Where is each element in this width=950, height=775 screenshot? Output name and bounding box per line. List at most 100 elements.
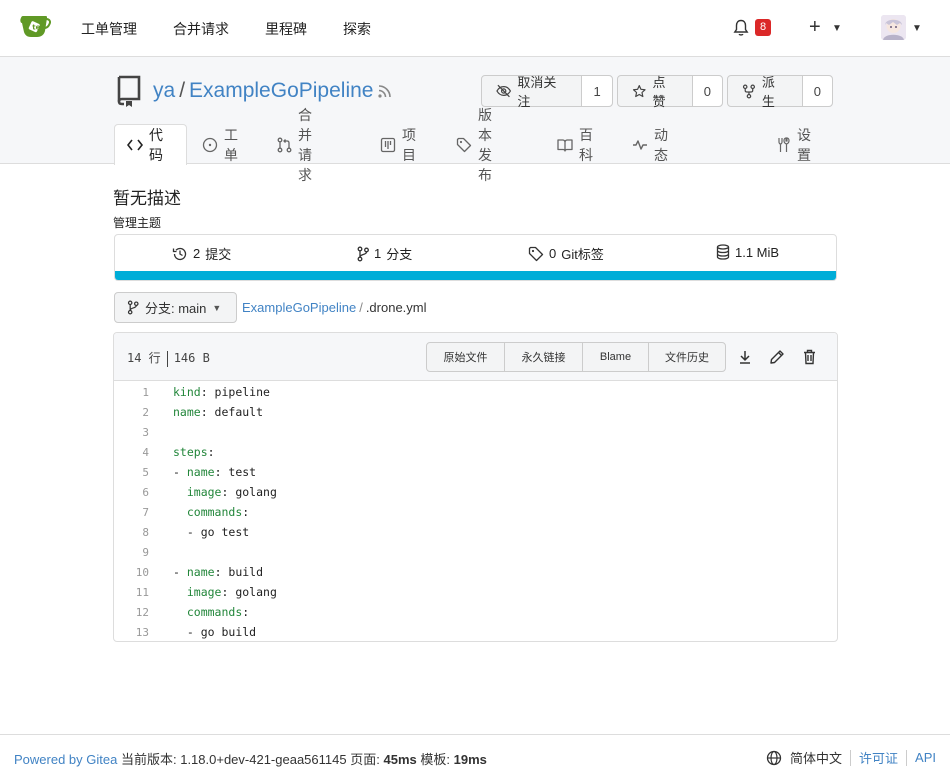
tab-wiki-label: 百科 bbox=[579, 126, 593, 163]
tab-settings[interactable]: 设置 bbox=[764, 124, 823, 165]
repo-name-link[interactable]: ExampleGoPipeline bbox=[189, 79, 373, 102]
tag-icon bbox=[528, 246, 544, 261]
tab-releases-label: 版本发布 bbox=[478, 106, 492, 183]
edit-pencil-icon[interactable] bbox=[769, 349, 785, 365]
language-selector[interactable]: 简体中文 bbox=[790, 748, 842, 767]
line-number[interactable]: 7 bbox=[114, 506, 149, 519]
line-number[interactable]: 10 bbox=[114, 566, 149, 579]
permalink-button[interactable]: 永久链接 bbox=[505, 343, 583, 371]
tab-wiki[interactable]: 百科 bbox=[545, 124, 605, 165]
line-number[interactable]: 6 bbox=[114, 486, 149, 499]
fork-button[interactable]: 派生 bbox=[728, 75, 803, 109]
line-number[interactable]: 4 bbox=[114, 446, 149, 459]
powered-by-link[interactable]: Powered by Gitea bbox=[14, 752, 117, 767]
file-info-divider bbox=[166, 350, 168, 367]
gitea-logo-icon[interactable]: tea bbox=[20, 14, 51, 38]
repo-title: ya / ExampleGoPipeline bbox=[153, 79, 373, 103]
version-value: 1.18.0+dev-421-geaa561145 bbox=[180, 752, 347, 767]
star-label: 点赞 bbox=[652, 75, 666, 109]
line-indent: - bbox=[173, 465, 187, 479]
repo-owner-link[interactable]: ya bbox=[153, 79, 175, 102]
pull-request-icon bbox=[277, 137, 292, 152]
tab-projects[interactable]: 项目 bbox=[368, 124, 428, 165]
create-dropdown-caret-icon[interactable]: ▼ bbox=[832, 23, 842, 34]
branches-stat[interactable]: 1 分支 bbox=[357, 244, 412, 263]
yaml-key: name bbox=[173, 405, 201, 419]
line-content: - go build bbox=[149, 625, 256, 639]
line-number[interactable]: 13 bbox=[114, 626, 149, 639]
line-content: - name: test bbox=[149, 465, 256, 479]
nav-issues[interactable]: 工单管理 bbox=[81, 19, 137, 39]
line-number[interactable]: 9 bbox=[114, 546, 149, 559]
line-content: image: golang bbox=[149, 585, 277, 599]
user-avatar[interactable] bbox=[881, 15, 906, 40]
line-number[interactable]: 5 bbox=[114, 466, 149, 479]
branches-label: 分支 bbox=[386, 247, 413, 262]
raw-button[interactable]: 原始文件 bbox=[427, 343, 505, 371]
line-number[interactable]: 1 bbox=[114, 386, 149, 399]
tab-activity-label: 动态 bbox=[654, 126, 668, 163]
repo-size: 1.1 MiB bbox=[735, 244, 780, 260]
history-button[interactable]: 文件历史 bbox=[649, 343, 725, 371]
language-bar[interactable] bbox=[115, 271, 836, 280]
yaml-value: : test bbox=[214, 465, 257, 479]
tab-pulls-label: 合并请求 bbox=[298, 106, 312, 183]
nav-pulls[interactable]: 合并请求 bbox=[173, 19, 229, 39]
watch-count[interactable]: 1 bbox=[582, 76, 612, 106]
star-count[interactable]: 0 bbox=[692, 76, 722, 106]
rss-feed-icon[interactable] bbox=[377, 83, 393, 99]
line-content: commands: bbox=[149, 605, 249, 619]
license-link[interactable]: 许可证 bbox=[859, 748, 898, 767]
bell-icon[interactable] bbox=[733, 19, 749, 37]
commits-label: 提交 bbox=[205, 247, 232, 262]
manage-topics-link[interactable]: 管理主题 bbox=[113, 214, 161, 231]
yaml-value: : golang bbox=[221, 585, 277, 599]
line-content: - name: build bbox=[149, 565, 263, 579]
yaml-value: : pipeline bbox=[200, 385, 270, 399]
trash-icon[interactable] bbox=[803, 349, 816, 365]
tab-releases[interactable]: 版本发布 bbox=[444, 107, 504, 183]
notification-count-badge[interactable]: 8 bbox=[755, 19, 772, 36]
size-stat: 1.1 MiB bbox=[716, 244, 779, 260]
nav-explore[interactable]: 探索 bbox=[343, 19, 371, 39]
tags-label: Git标签 bbox=[561, 247, 604, 262]
file-info: 14 行 146 B bbox=[127, 349, 210, 367]
tab-pulls[interactable]: 合并请求 bbox=[265, 107, 324, 183]
commits-stat[interactable]: 2 提交 bbox=[172, 244, 231, 263]
tab-issues[interactable]: 工单 bbox=[190, 124, 250, 165]
tags-count: 0 bbox=[549, 246, 557, 261]
top-navbar: tea 工单管理 合并请求 里程碑 探索 8 + ▼ ▼ bbox=[0, 0, 950, 57]
tab-activity[interactable]: 动态 bbox=[620, 124, 680, 165]
branches-count: 1 bbox=[374, 246, 382, 261]
blame-button[interactable]: Blame bbox=[583, 343, 649, 371]
api-link[interactable]: API bbox=[915, 750, 936, 765]
code-line: 3 bbox=[114, 422, 837, 442]
tab-settings-label: 设置 bbox=[797, 126, 811, 163]
line-number[interactable]: 11 bbox=[114, 586, 149, 599]
line-number[interactable]: 3 bbox=[114, 426, 149, 439]
branch-dropdown[interactable]: 分支: main ▼ bbox=[114, 292, 237, 323]
fork-count[interactable]: 0 bbox=[802, 76, 832, 106]
line-number[interactable]: 12 bbox=[114, 606, 149, 619]
breadcrumb: ExampleGoPipeline / .drone.yml bbox=[242, 300, 427, 315]
tags-stat[interactable]: 0 Git标签 bbox=[528, 244, 604, 263]
user-dropdown-caret-icon[interactable]: ▼ bbox=[912, 23, 922, 34]
yaml-value: : bbox=[207, 445, 215, 459]
code-line: 12 commands: bbox=[114, 602, 837, 622]
yaml-value: : bbox=[242, 605, 250, 619]
unwatch-button[interactable]: 取消关注 bbox=[482, 75, 583, 109]
download-icon[interactable] bbox=[738, 349, 752, 365]
breadcrumb-repo-link[interactable]: ExampleGoPipeline bbox=[242, 300, 356, 315]
line-number[interactable]: 8 bbox=[114, 526, 149, 539]
branch-dropdown-caret-icon: ▼ bbox=[212, 302, 222, 313]
code-line: 1 kind: pipeline bbox=[114, 382, 837, 402]
line-content: image: golang bbox=[149, 485, 277, 499]
tab-code[interactable]: 代码 bbox=[114, 124, 187, 165]
create-plus-icon[interactable]: + bbox=[809, 16, 821, 39]
nav-milestones[interactable]: 里程碑 bbox=[265, 19, 307, 39]
star-button[interactable]: 点赞 bbox=[618, 75, 693, 109]
line-number[interactable]: 2 bbox=[114, 406, 149, 419]
